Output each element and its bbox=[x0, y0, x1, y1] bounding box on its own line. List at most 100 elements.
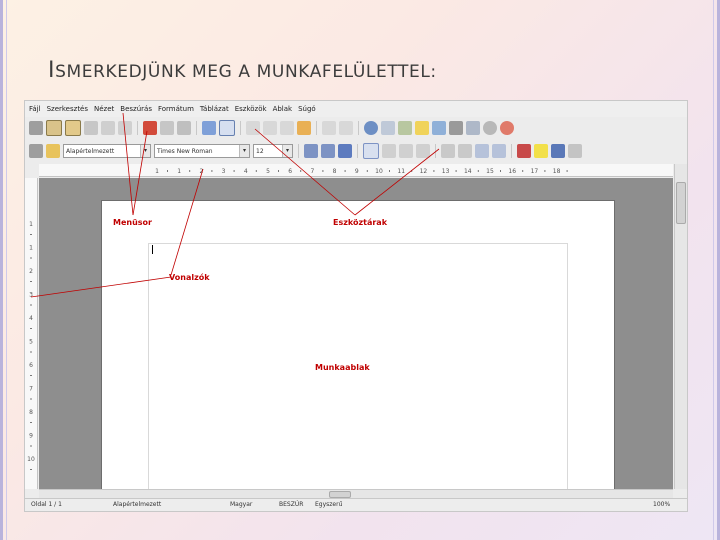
ruler-tick-mark bbox=[566, 170, 568, 172]
ruler-tick-mark bbox=[30, 257, 32, 259]
ruler-tick-label: 6 bbox=[288, 168, 292, 175]
ruler-tick-mark bbox=[30, 351, 32, 353]
hyperlink-icon[interactable] bbox=[364, 121, 378, 135]
italic-icon[interactable] bbox=[321, 144, 335, 158]
menu-bar: Fájl Szerkesztés Nézet Beszúrás Formátum… bbox=[25, 101, 687, 117]
chevron-down-icon[interactable]: ▾ bbox=[239, 145, 249, 157]
email-icon[interactable] bbox=[101, 121, 115, 135]
ruler-tick-label: 18 bbox=[553, 168, 561, 175]
undo-icon[interactable] bbox=[322, 121, 336, 135]
numbering-icon[interactable] bbox=[441, 144, 455, 158]
callout-vonalzok: Vonalzók bbox=[169, 273, 210, 282]
menu-item-file[interactable]: Fájl bbox=[29, 105, 41, 113]
page-preview-icon[interactable] bbox=[177, 121, 191, 135]
horizontal-ruler[interactable]: 1 1 2 3 4 5 6 7 8 9 10 11 12 13 14 15 16 17 18 bbox=[39, 164, 673, 177]
ruler-tick-label: 1 bbox=[29, 245, 33, 252]
toolbar-separator bbox=[196, 121, 197, 135]
ruler-tick-mark bbox=[167, 170, 168, 172]
redo-icon[interactable] bbox=[339, 121, 353, 135]
ruler-tick-mark bbox=[30, 234, 32, 235]
navigator-icon[interactable] bbox=[415, 121, 429, 135]
ruler-tick-mark bbox=[211, 170, 213, 172]
ruler-tick-label: 2 bbox=[29, 268, 33, 275]
align-center-icon[interactable] bbox=[382, 144, 396, 158]
show-draw-functions-icon[interactable] bbox=[398, 121, 412, 135]
toolbar-separator bbox=[511, 144, 512, 158]
font-name-select[interactable]: Times New Roman ▾ bbox=[154, 144, 250, 158]
font-size-select[interactable]: 12 ▾ bbox=[253, 144, 293, 158]
vertical-scrollbar[interactable] bbox=[674, 164, 687, 489]
formatting-marks-icon[interactable] bbox=[466, 121, 480, 135]
zoom-icon[interactable] bbox=[483, 121, 497, 135]
chevron-down-icon[interactable]: ▾ bbox=[282, 145, 292, 157]
status-zoom[interactable]: 100% bbox=[653, 501, 670, 508]
bullets-icon[interactable] bbox=[458, 144, 472, 158]
ruler-tick-label: 5 bbox=[29, 339, 33, 346]
text-cursor bbox=[152, 245, 153, 254]
increase-indent-icon[interactable] bbox=[492, 144, 506, 158]
cut-icon[interactable] bbox=[246, 121, 260, 135]
edit-file-icon[interactable] bbox=[118, 121, 132, 135]
copy-icon[interactable] bbox=[263, 121, 277, 135]
text-boundary-left bbox=[148, 243, 149, 511]
toolbar-separator bbox=[435, 144, 436, 158]
ruler-tick-mark bbox=[278, 170, 279, 172]
vertical-ruler[interactable]: 1 1 2 3 4 5 6 7 8 9 10 bbox=[25, 178, 38, 489]
ruler-tick-label: 17 bbox=[531, 168, 539, 175]
menu-item-window[interactable]: Ablak bbox=[273, 105, 293, 113]
align-left-icon[interactable] bbox=[363, 143, 379, 159]
ruler-tick-label: 9 bbox=[29, 433, 33, 440]
toolbar-separator bbox=[240, 121, 241, 135]
vertical-scrollbar-thumb[interactable] bbox=[676, 182, 686, 224]
ruler-tick-mark bbox=[366, 170, 368, 172]
menu-item-edit[interactable]: Szerkesztés bbox=[47, 105, 88, 113]
menu-item-table[interactable]: Táblázat bbox=[200, 105, 229, 113]
print-icon[interactable] bbox=[160, 121, 174, 135]
standard-toolbar bbox=[25, 117, 687, 139]
gallery-icon[interactable] bbox=[432, 121, 446, 135]
styles-formatting-icon[interactable] bbox=[46, 144, 60, 158]
horizontal-scrollbar-thumb[interactable] bbox=[329, 491, 351, 498]
clone-formatting-icon[interactable] bbox=[297, 121, 311, 135]
ruler-tick-label: 13 bbox=[442, 168, 450, 175]
document-page[interactable] bbox=[101, 200, 615, 511]
menu-item-view[interactable]: Nézet bbox=[94, 105, 114, 113]
toolbar-options-icon[interactable] bbox=[568, 144, 582, 158]
bold-icon[interactable] bbox=[304, 144, 318, 158]
menu-item-tools[interactable]: Eszközök bbox=[235, 105, 267, 113]
export-pdf-icon[interactable] bbox=[143, 121, 157, 135]
data-sources-icon[interactable] bbox=[449, 121, 463, 135]
table-icon[interactable] bbox=[381, 121, 395, 135]
writer-screenshot: Fájl Szerkesztés Nézet Beszúrás Formátum… bbox=[24, 100, 688, 512]
toolbar-separator bbox=[137, 121, 138, 135]
chevron-down-icon[interactable]: ▾ bbox=[140, 145, 150, 157]
ruler-tick-label: 9 bbox=[355, 168, 359, 175]
autospell-icon[interactable] bbox=[219, 120, 235, 136]
ruler-tick-label: 12 bbox=[420, 168, 428, 175]
align-right-icon[interactable] bbox=[399, 144, 413, 158]
ruler-tick-label: 5 bbox=[266, 168, 270, 175]
ruler-tick-label: 4 bbox=[29, 315, 33, 322]
save-icon[interactable] bbox=[84, 121, 98, 135]
menu-item-insert[interactable]: Beszúrás bbox=[120, 105, 152, 113]
paste-icon[interactable] bbox=[280, 121, 294, 135]
status-selection-mode[interactable]: Egyszerű bbox=[315, 501, 342, 508]
ruler-tick-mark bbox=[455, 170, 457, 172]
paragraph-style-select[interactable]: Alapértelmezett ▾ bbox=[63, 144, 151, 158]
highlighting-icon[interactable] bbox=[534, 144, 548, 158]
font-color-icon[interactable] bbox=[517, 144, 531, 158]
callout-munkaablak: Munkaablak bbox=[315, 363, 370, 372]
decrease-indent-icon[interactable] bbox=[475, 144, 489, 158]
menu-item-help[interactable]: Súgó bbox=[298, 105, 316, 113]
background-color-icon[interactable] bbox=[551, 144, 565, 158]
open-folder-icon[interactable] bbox=[65, 120, 81, 136]
underline-icon[interactable] bbox=[338, 144, 352, 158]
new-document-icon[interactable] bbox=[46, 120, 62, 136]
justify-icon[interactable] bbox=[416, 144, 430, 158]
help-icon[interactable] bbox=[500, 121, 514, 135]
menu-item-format[interactable]: Formátum bbox=[158, 105, 194, 113]
spellcheck-icon[interactable] bbox=[202, 121, 216, 135]
status-insert-mode[interactable]: BESZÚR bbox=[279, 501, 303, 508]
ruler-tick-label: 16 bbox=[508, 168, 516, 175]
ruler-tick-mark bbox=[344, 170, 346, 172]
